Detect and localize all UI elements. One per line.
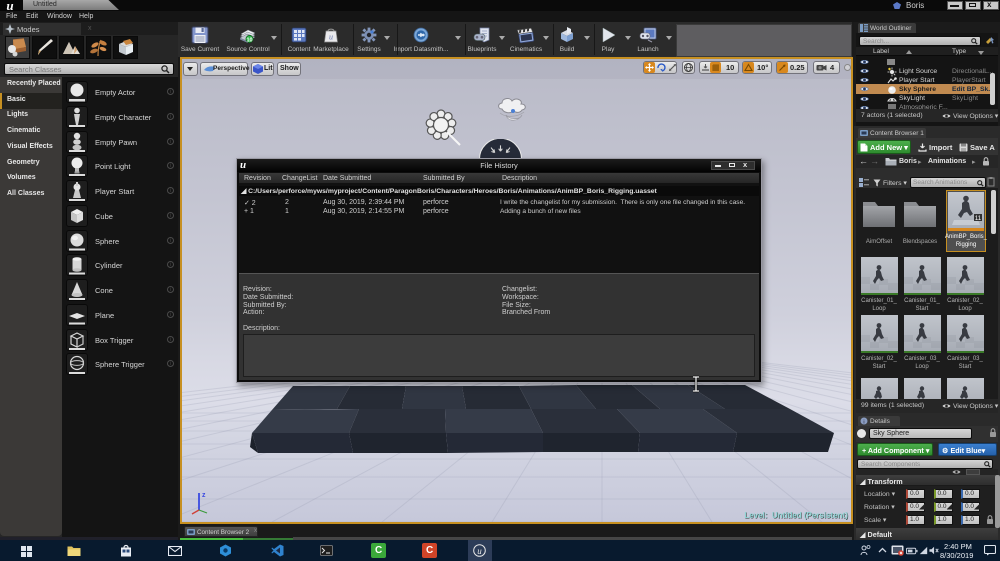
svg-text:z: z	[202, 492, 206, 499]
svg-text:11: 11	[975, 216, 982, 222]
svg-text:i: i	[863, 419, 864, 425]
svg-text:u: u	[477, 546, 482, 556]
